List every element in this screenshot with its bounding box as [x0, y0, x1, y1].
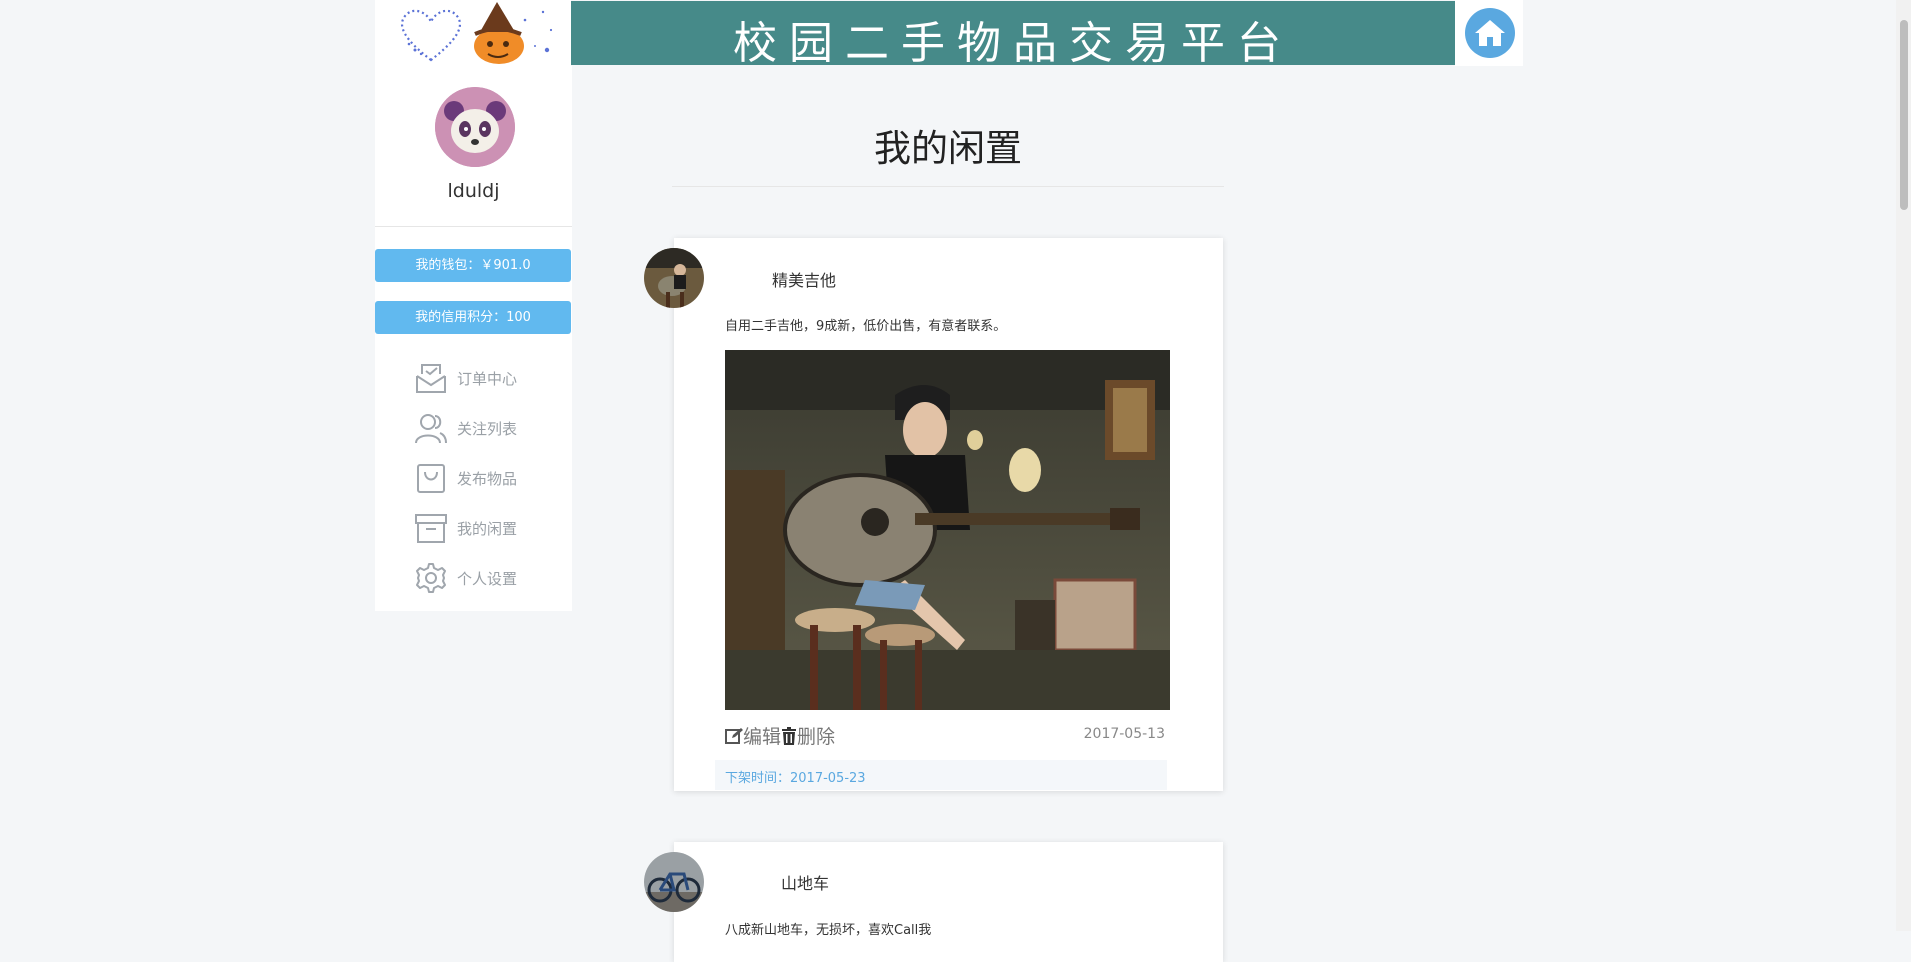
sidebar-item-label: 订单中心 [457, 370, 518, 388]
users-icon [415, 414, 447, 444]
item-description: 自用二手吉他，9成新，低价出售，有意者联系。 [725, 319, 1007, 334]
sidebar-item-publish[interactable]: 发布物品 [375, 453, 572, 503]
guitar-thumbnail-image [644, 248, 704, 308]
sidebar-item-label: 我的闲置 [457, 520, 518, 538]
item-photo[interactable] [725, 350, 1170, 710]
envelope-icon [416, 364, 446, 393]
avatar[interactable] [435, 87, 515, 167]
banner-title-band: 校园二手物品交易平台 [571, 1, 1455, 69]
item-thumbnail[interactable] [644, 248, 704, 308]
username: lduldj [447, 180, 500, 202]
guitar-player-photo [725, 350, 1170, 710]
trash-icon [782, 727, 797, 745]
offline-time: 下架时间：2017-05-23 [725, 771, 866, 786]
sidebar-nav: 订单中心 关注列表 发布物品 我的闲置 个人设置 [375, 353, 572, 603]
home-icon [1475, 20, 1505, 46]
site-title: 校园二手物品交易平台 [733, 18, 1293, 69]
page-scrollbar[interactable] [1896, 0, 1911, 931]
archive-box-icon [415, 514, 447, 543]
sidebar-item-my-idle[interactable]: 我的闲置 [375, 503, 572, 553]
delete-button[interactable]: 删除 [781, 722, 835, 749]
banner-decoration [375, 0, 571, 66]
item-title[interactable]: 精美吉他 [772, 267, 836, 291]
sidebar-item-label: 关注列表 [457, 420, 518, 438]
edit-label: 编辑 [743, 726, 782, 748]
item-description: 八成新山地车，无损坏，喜欢Call我 [725, 923, 932, 938]
item-thumbnail[interactable] [644, 852, 704, 912]
edit-button[interactable]: 编辑 [725, 722, 781, 749]
page-title: 我的闲置 [874, 127, 1022, 170]
offline-time-bar: 下架时间：2017-05-23 [715, 760, 1167, 790]
sidebar-item-label: 发布物品 [457, 470, 518, 488]
bag-icon [417, 464, 445, 493]
home-button[interactable] [1465, 8, 1515, 58]
sidebar-item-orders[interactable]: 订单中心 [375, 353, 572, 403]
gear-icon [416, 563, 446, 593]
panda-avatar-icon [435, 87, 515, 167]
credit-score-button[interactable]: 我的信用积分：100 [375, 301, 571, 334]
item-title[interactable]: 山地车 [781, 870, 829, 894]
wallet-button[interactable]: 我的钱包：￥901.0 [375, 249, 571, 282]
sidebar: lduldj 我的钱包：￥901.0 我的信用积分：100 订单中心 关注列表 [375, 66, 572, 611]
bike-thumbnail-image [644, 852, 704, 912]
home-box [1455, 0, 1523, 66]
item-actions: 编辑 删除 [725, 722, 835, 749]
sidebar-item-settings[interactable]: 个人设置 [375, 553, 572, 603]
edit-icon [725, 728, 743, 744]
item-card: 山地车 八成新山地车，无损坏，喜欢Call我 [644, 842, 1223, 962]
delete-label: 删除 [797, 726, 836, 748]
publish-date: 2017-05-13 [1083, 726, 1165, 742]
heart-pumpkin-decoration-icon [400, 2, 553, 64]
sidebar-item-label: 个人设置 [457, 570, 518, 588]
scrollbar-thumb[interactable] [1900, 20, 1908, 210]
item-card: 精美吉他 自用二手吉他，9成新，低价出售，有意者联系。 编辑 删除 2017-0… [644, 238, 1223, 791]
divider [375, 226, 572, 227]
title-divider [672, 186, 1224, 187]
sidebar-item-following[interactable]: 关注列表 [375, 403, 572, 453]
top-banner: 校园二手物品交易平台 [375, 0, 1523, 69]
